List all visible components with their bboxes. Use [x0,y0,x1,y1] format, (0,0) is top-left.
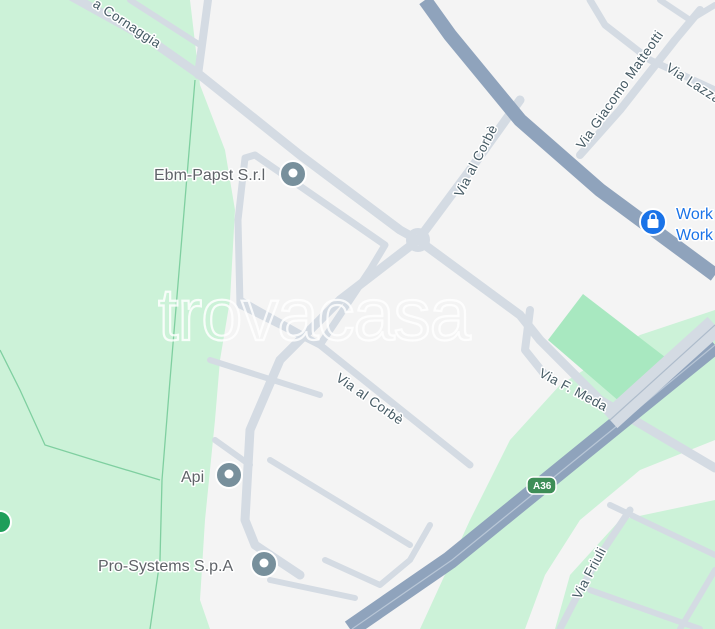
map-pin-icon[interactable] [250,550,278,578]
poi-label-pro-systems[interactable]: Pro-Systems S.p.A [97,557,235,577]
bag-body [647,219,659,228]
poi-label-api[interactable]: Api [180,468,206,488]
poi-label-ebm-papst[interactable]: Ebm-Papst S.r.l [153,166,267,186]
map-pin-icon[interactable] [279,160,307,188]
shopping-bag-icon[interactable] [639,208,667,236]
poi-label-work-line1[interactable]: Work [675,205,715,225]
poi-label-work-line2[interactable]: Work [675,226,715,246]
pin-hole [259,558,269,568]
map-canvas[interactable]: trovacasa a Cornaggia Via Giacomo Matteo… [0,0,715,629]
map-pin-icon[interactable] [215,461,243,489]
motorway-shield-a36: A36 [526,476,557,495]
trovacasa-watermark: trovacasa [158,273,472,356]
pin-hole [224,469,234,479]
pin-hole [288,168,298,178]
shield-label: A36 [533,481,552,492]
